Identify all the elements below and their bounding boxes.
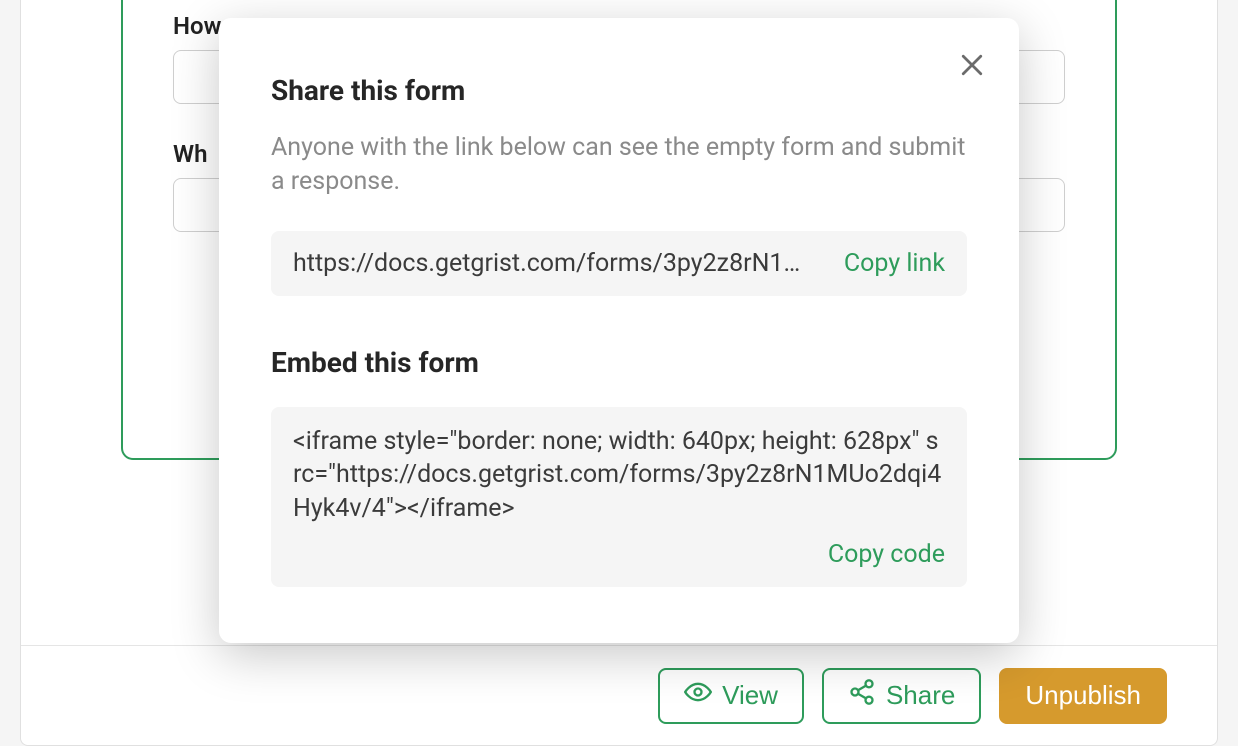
- share-modal: Share this form Anyone with the link bel…: [219, 18, 1019, 643]
- share-subtext: Anyone with the link below can see the e…: [271, 131, 967, 199]
- eye-icon: [684, 678, 712, 713]
- view-button-label: View: [722, 680, 778, 711]
- view-button[interactable]: View: [658, 668, 804, 724]
- close-icon: [957, 65, 987, 84]
- close-button[interactable]: [957, 50, 987, 84]
- share-url-text[interactable]: https://docs.getgrist.com/forms/3py2z8rN…: [293, 249, 830, 278]
- share-button-label: Share: [886, 680, 955, 711]
- copy-link-button[interactable]: Copy link: [844, 249, 945, 278]
- unpublish-button[interactable]: Unpublish: [999, 668, 1167, 724]
- embed-code-text[interactable]: <iframe style="border: none; width: 640p…: [293, 425, 945, 526]
- share-heading: Share this form: [271, 74, 967, 107]
- share-url-box: https://docs.getgrist.com/forms/3py2z8rN…: [271, 231, 967, 296]
- copy-code-button[interactable]: Copy code: [828, 540, 945, 569]
- share-icon: [848, 678, 876, 713]
- footer-bar: View Share Unpublish: [21, 645, 1217, 745]
- embed-code-box: <iframe style="border: none; width: 640p…: [271, 407, 967, 587]
- unpublish-button-label: Unpublish: [1025, 680, 1141, 711]
- embed-heading: Embed this form: [271, 346, 967, 379]
- share-button[interactable]: Share: [822, 668, 981, 724]
